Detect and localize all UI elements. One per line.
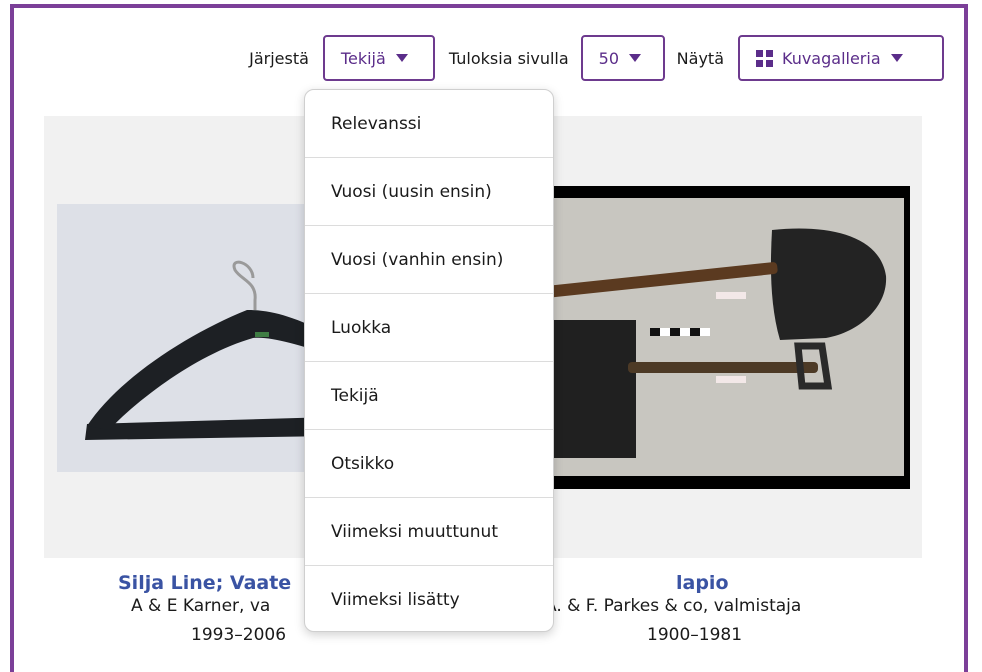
result-image-hanger[interactable] [57, 204, 337, 472]
sort-option-author[interactable]: Tekijä [305, 362, 553, 430]
sort-option-class[interactable]: Luokka [305, 294, 553, 362]
result-years: 1900–1981 [647, 625, 743, 645]
sort-option-last-modified[interactable]: Viimeksi muuttunut [305, 498, 553, 566]
sort-select-value: Tekijä [340, 48, 386, 68]
result-image-shovel[interactable] [540, 186, 910, 489]
per-page-label: Tuloksia sivulla [448, 48, 569, 68]
result-maker: A. & F. Parkes & co, valmistaja [545, 596, 802, 616]
result-title-link[interactable]: lapio [676, 572, 729, 594]
sort-option-relevance[interactable]: Relevanssi [305, 90, 553, 158]
sort-option-year-newest[interactable]: Vuosi (uusin ensin) [305, 158, 553, 226]
view-label: Näytä [676, 48, 724, 68]
per-page-select-value: 50 [598, 48, 620, 68]
sort-dropdown-menu: Relevanssi Vuosi (uusin ensin) Vuosi (va… [304, 89, 554, 632]
hanger-illustration [85, 260, 333, 440]
caret-down-icon [395, 54, 408, 62]
result-years: 1993–2006 [191, 625, 287, 645]
sort-option-title[interactable]: Otsikko [305, 430, 553, 498]
result-title-link[interactable]: Silja Line; Vaate [118, 572, 291, 594]
view-select-value: Kuvagalleria [782, 48, 881, 68]
sort-select[interactable]: Tekijä [322, 35, 435, 81]
sort-option-last-added[interactable]: Viimeksi lisätty [305, 566, 553, 631]
view-select[interactable]: Kuvagalleria [738, 35, 944, 81]
sort-label: Järjestä [249, 48, 309, 68]
per-page-select[interactable]: 50 [580, 35, 665, 81]
grid-icon [756, 49, 773, 67]
result-maker: A & E Karner, va [131, 596, 271, 616]
sort-option-year-oldest[interactable]: Vuosi (vanhin ensin) [305, 226, 553, 294]
caret-down-icon [629, 54, 642, 62]
shovel-illustration [546, 198, 904, 476]
caret-down-icon [890, 54, 903, 62]
results-toolbar: Järjestä Tekijä Tuloksia sivulla 50 Näyt… [249, 33, 944, 83]
